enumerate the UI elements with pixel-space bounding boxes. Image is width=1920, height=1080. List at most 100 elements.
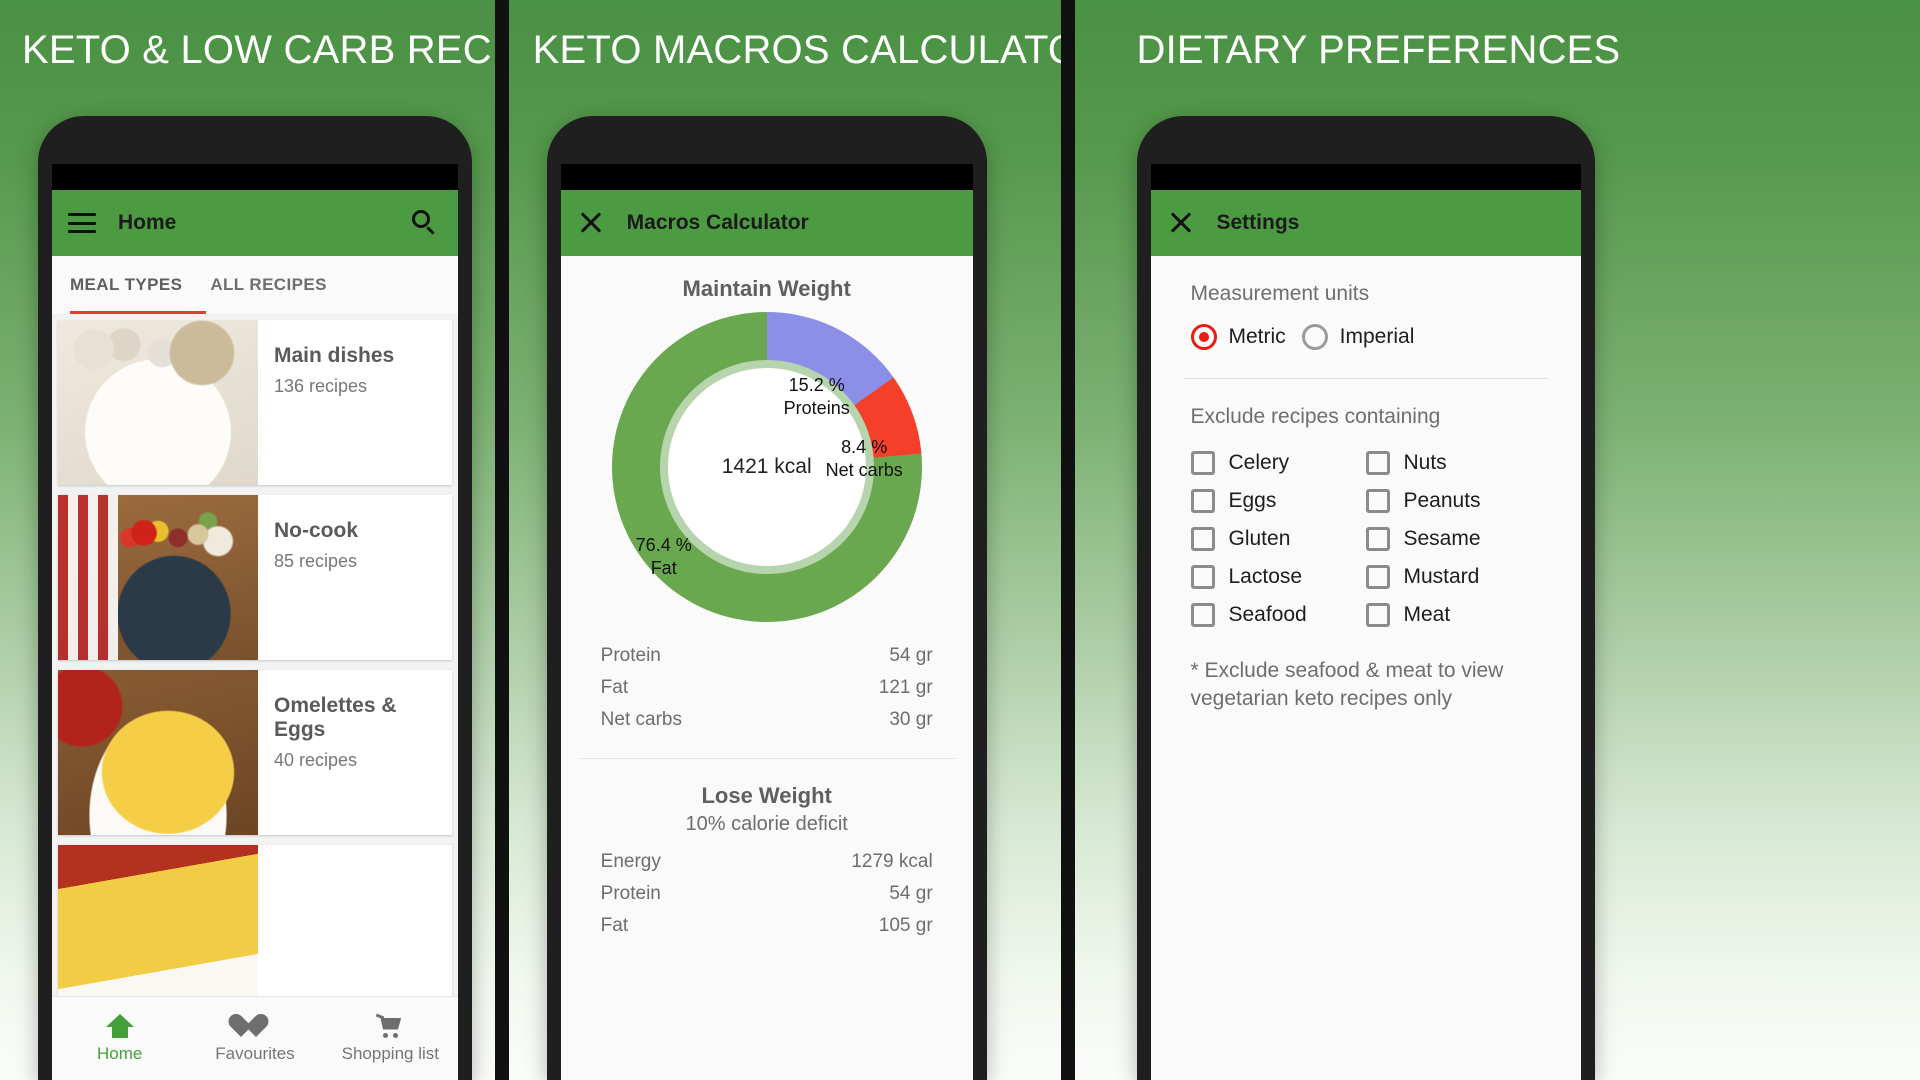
section-divider [578, 758, 955, 759]
checkbox-icon [1190, 527, 1215, 551]
close-icon[interactable] [577, 209, 605, 237]
category-name: Omelettes & Eggs [274, 694, 397, 741]
category-count: 136 recipes [274, 376, 368, 396]
panel-3-heading: DIETARY PREFERENCES [1136, 28, 1621, 72]
lose-weight-title: Lose Weight [701, 783, 832, 808]
recipe-category-list: Main dishes 136 recipes No-cook 85 recip… [52, 314, 458, 1010]
row-value: 105 gr [878, 915, 933, 936]
radio-imperial-label: Imperial [1339, 325, 1415, 348]
close-icon[interactable] [1167, 209, 1195, 237]
table-row: Energy 1279 kcal [601, 846, 933, 878]
checkbox-eggs[interactable]: Eggs [1190, 489, 1366, 513]
checkbox-peanuts[interactable]: Peanuts [1365, 489, 1541, 513]
app-bar-title: Settings [1216, 211, 1300, 234]
checkbox-icon [1365, 565, 1390, 589]
status-bar [1150, 164, 1581, 190]
category-count: 85 recipes [274, 551, 358, 571]
panel-macros: KETO MACROS CALCULATOR Macros Calculator… [508, 0, 1061, 1080]
list-item[interactable]: Main dishes 136 recipes [58, 320, 452, 485]
table-row: Protein 54 gr [601, 640, 933, 672]
recipe-thumbnail [58, 320, 258, 485]
slice-label-proteins: 15.2 % Proteins [783, 375, 850, 418]
row-value: 54 gr [889, 883, 933, 904]
phone-frame-2: Macros Calculator Maintain Weight 1421 k… [546, 116, 987, 1080]
row-value: 54 gr [889, 645, 933, 666]
cart-icon [376, 1013, 404, 1038]
nav-shopping-list[interactable]: Shopping list [323, 1013, 457, 1064]
list-item[interactable]: Omelettes & Eggs 40 recipes [58, 670, 452, 835]
slice-label-fat: 76.4 % Fat [635, 535, 692, 578]
nav-favourites[interactable]: Favourites [188, 1014, 322, 1064]
category-name: No-cook [274, 519, 358, 542]
app-bar-settings: Settings [1150, 190, 1581, 256]
checkbox-icon [1190, 451, 1215, 475]
recipe-thumbnail [58, 845, 258, 1010]
checkbox-seafood[interactable]: Seafood [1190, 603, 1366, 627]
tab-active-indicator [70, 311, 206, 314]
tab-bar: MEAL TYPES ALL RECIPES [52, 256, 458, 314]
tab-meal-types[interactable]: MEAL TYPES [70, 256, 182, 314]
row-label: Fat [600, 915, 629, 936]
checkbox-icon [1190, 603, 1215, 627]
nav-shopping-list-label: Shopping list [341, 1043, 439, 1063]
slice-label-net-carbs: 8.4 % Net carbs [825, 437, 903, 480]
nav-home[interactable]: Home [53, 1013, 187, 1064]
measurement-units-group: Metric Imperial [1151, 324, 1581, 350]
tab-all-recipes[interactable]: ALL RECIPES [210, 256, 327, 314]
settings-content: Measurement units Metric Imperial Exclud… [1150, 256, 1581, 1080]
row-value: 1279 kcal [851, 851, 933, 872]
table-row: Fat 105 gr [601, 910, 933, 942]
table-row: Protein 54 gr [601, 878, 933, 910]
heart-icon [241, 1014, 269, 1038]
checkbox-icon [1365, 451, 1390, 475]
category-name: Main dishes [274, 344, 395, 367]
exclude-recipes-label: Exclude recipes containing [1190, 405, 1441, 428]
lose-macro-list: Energy 1279 kcal Protein 54 gr Fat 105 g… [561, 846, 973, 958]
checkbox-icon [1365, 603, 1390, 627]
checkbox-nuts[interactable]: Nuts [1365, 451, 1541, 475]
phone-screen-3: Settings Measurement units Metric Imperi… [1150, 164, 1581, 1080]
macros-donut-chart: 1421 kcal 15.2 % Proteins 8.4 % Net carb… [561, 312, 973, 622]
row-label: Protein [600, 883, 661, 904]
phone-screen-2: Macros Calculator Maintain Weight 1421 k… [560, 164, 973, 1080]
slice-name-proteins: Proteins [783, 397, 850, 418]
app-bar-home: Home [52, 190, 458, 256]
checkbox-icon [1365, 527, 1390, 551]
table-row: Net carbs 30 gr [601, 704, 933, 736]
radio-imperial[interactable]: Imperial [1301, 324, 1415, 350]
checkbox-gluten[interactable]: Gluten [1190, 527, 1366, 551]
maintain-macro-list: Protein 54 gr Fat 121 gr Net carbs 30 gr [561, 622, 973, 752]
checkbox-sesame[interactable]: Sesame [1365, 527, 1541, 551]
hamburger-icon[interactable] [68, 213, 96, 233]
macros-content: Maintain Weight 1421 kcal 15.2 % Protein… [560, 256, 973, 1080]
panel-recipes: KETO & LOW CARB RECIPES Home MEAL TYPES … [0, 0, 495, 1080]
recipe-thumbnail [58, 495, 258, 660]
radio-dot-icon [1301, 324, 1328, 350]
status-bar [52, 164, 458, 190]
measurement-units-label: Measurement units [1190, 282, 1370, 305]
slice-name-fat: Fat [650, 557, 677, 578]
checkbox-celery[interactable]: Celery [1190, 451, 1366, 475]
checkbox-meat[interactable]: Meat [1365, 603, 1541, 627]
search-icon[interactable] [412, 210, 438, 236]
status-bar [560, 164, 973, 190]
donut: 1421 kcal 15.2 % Proteins 8.4 % Net carb… [611, 312, 922, 622]
phone-screen-1: Home MEAL TYPES ALL RECIPES Main dishes … [52, 164, 458, 1080]
row-label: Energy [600, 851, 661, 872]
radio-dot-icon [1190, 324, 1217, 350]
app-bar-macros: Macros Calculator [560, 190, 973, 256]
checkbox-mustard[interactable]: Mustard [1365, 565, 1541, 589]
row-value: 30 gr [889, 709, 933, 730]
exclude-checkbox-grid: Celery Nuts Eggs Peanuts Gluten Sesame L… [1151, 447, 1581, 627]
list-item[interactable]: No-cook 85 recipes [58, 495, 452, 660]
checkbox-lactose[interactable]: Lactose [1190, 565, 1366, 589]
list-item[interactable] [58, 845, 452, 1010]
row-label: Protein [600, 645, 661, 666]
panel-divider [494, 0, 509, 1080]
panel-settings: DIETARY PREFERENCES Settings Measurement… [1074, 0, 1920, 1080]
category-count: 40 recipes [274, 750, 358, 770]
checkbox-icon [1190, 565, 1215, 589]
radio-metric[interactable]: Metric [1190, 324, 1286, 350]
row-label: Fat [600, 677, 629, 698]
nav-home-label: Home [96, 1043, 143, 1063]
